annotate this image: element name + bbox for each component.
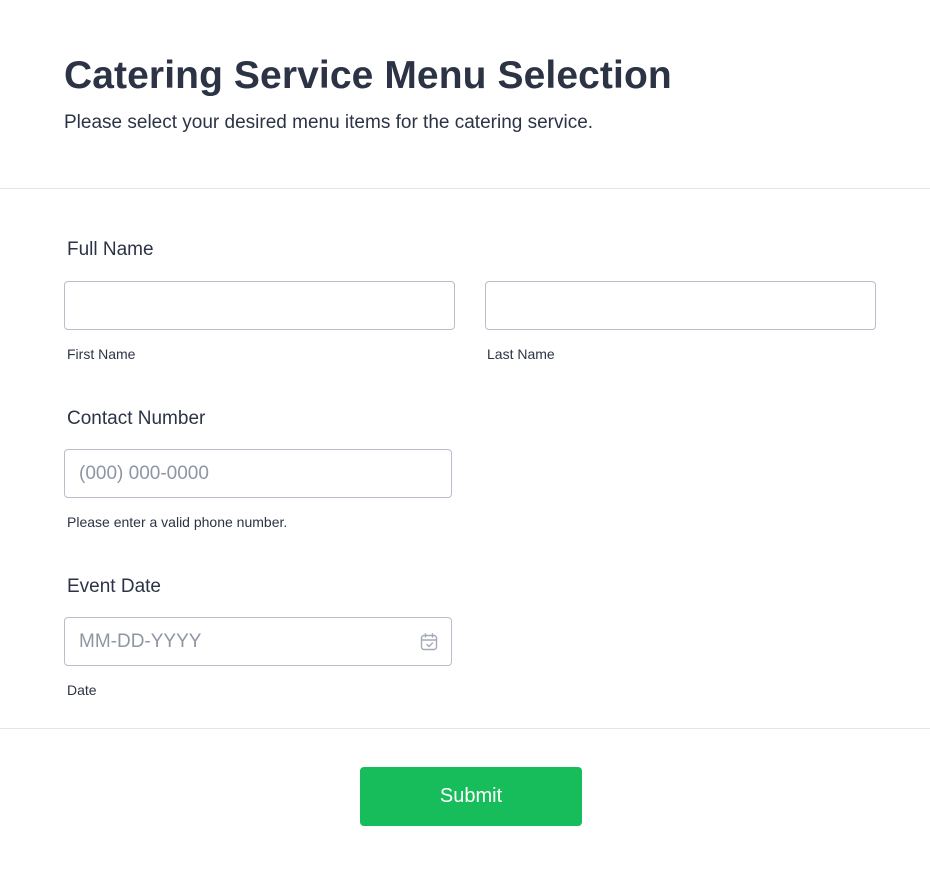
form-title: Catering Service Menu Selection <box>64 54 672 97</box>
event-date-input[interactable] <box>64 617 452 666</box>
event-date-sublabel: Date <box>67 682 97 698</box>
contact-number-label: Contact Number <box>67 408 206 429</box>
submit-button[interactable]: Submit <box>360 767 582 826</box>
first-name-input[interactable] <box>64 281 455 330</box>
contact-number-input[interactable] <box>64 449 452 498</box>
full-name-label: Full Name <box>67 239 154 260</box>
form-subtitle: Please select your desired menu items fo… <box>64 112 594 133</box>
contact-number-sublabel: Please enter a valid phone number. <box>67 514 288 530</box>
last-name-input[interactable] <box>485 281 876 330</box>
event-date-label: Event Date <box>67 576 161 597</box>
calendar-icon[interactable] <box>419 632 439 652</box>
form-header: Catering Service Menu Selection Please s… <box>0 0 930 189</box>
first-name-sublabel: First Name <box>67 346 136 362</box>
last-name-sublabel: Last Name <box>487 346 555 362</box>
footer-divider <box>0 728 930 729</box>
form-page: Catering Service Menu Selection Please s… <box>0 0 930 876</box>
